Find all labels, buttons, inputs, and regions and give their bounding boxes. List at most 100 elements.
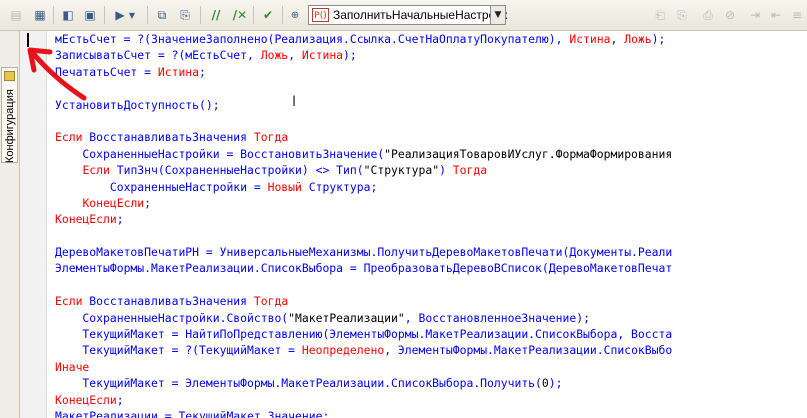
code-keyword: Если <box>55 130 90 145</box>
configuration-icon <box>4 71 15 81</box>
editor-toolbar: ▤ ▦ ◧ ▣ ▶ ▼ ⧉ ⎘ // /✕ ✔ ⊕ P() ЗаполнитьН… <box>0 0 807 31</box>
code-identifier: ; <box>116 212 124 227</box>
code-keyword: Тогда <box>253 294 289 309</box>
code-identifier: ТипЗнч(СохраненныеНастройки) <> Тип( <box>116 163 364 178</box>
code-identifier: МакетРеализации = ТекущийМакет.Значение; <box>55 408 330 418</box>
procedure-selector[interactable]: P() ЗаполнитьНачальныеНастройк <box>308 5 508 25</box>
code-line[interactable]: СохраненныеНастройки.Свойство("МакетРеал… <box>55 310 807 326</box>
code-keyword: Если <box>55 294 90 309</box>
code-keyword: КонецЕсли <box>55 212 117 227</box>
comment-icon[interactable]: // <box>206 5 226 25</box>
code-keyword: Тогда <box>253 130 289 145</box>
code-identifier: СохраненныеНастройки.Свойство( <box>55 310 289 325</box>
code-editor[interactable]: мЕстьСчет = ?(ЗначениеЗаполнено(Реализац… <box>55 31 807 418</box>
copy-icon[interactable]: ⧉ <box>152 5 172 25</box>
code-line[interactable]: Иначе <box>55 359 807 375</box>
code-identifier: ; <box>144 195 152 210</box>
code-keyword: Ложь <box>624 32 652 46</box>
code-line[interactable]: ТекущийМакет = ?(ТекущийМакет = Неопреде… <box>55 342 807 358</box>
code-identifier: , ВосстановленноеЗначение); <box>404 310 590 325</box>
database-icon[interactable]: ◧ <box>58 5 78 25</box>
code-line[interactable]: Если ВосстанавливатьЗначения Тогда <box>55 129 807 145</box>
code-number: 0 <box>541 376 549 391</box>
syntax-check-icon[interactable]: ✔ <box>258 5 278 25</box>
indent-icon[interactable]: ⇥ <box>745 5 765 25</box>
paste-icon[interactable]: ⎘ <box>175 5 195 25</box>
code-keyword: КонецЕсли <box>82 195 145 210</box>
procedure-icon: P() <box>312 8 329 22</box>
procedure-selector-value: ЗаполнитьНачальныеНастройк <box>333 8 508 22</box>
code-keyword: Ложь <box>260 48 289 63</box>
line-gutter[interactable] <box>20 31 47 418</box>
code-line-empty[interactable] <box>55 228 807 244</box>
disabled-toolbar-icon: ▤ <box>10 8 22 22</box>
code-line[interactable]: КонецЕсли; <box>55 392 807 408</box>
code-identifier: ; <box>116 392 124 407</box>
code-line[interactable]: УстановитьДоступность(); <box>55 97 807 113</box>
toolbar-separator <box>253 6 254 24</box>
code-identifier: ); <box>548 376 563 391</box>
code-identifier: ЭлементыФормы.МакетРеализации.СписокВыбо… <box>55 261 673 276</box>
code-line-empty[interactable] <box>55 277 807 293</box>
next-bookmark-icon[interactable]: ⎘ <box>672 5 692 25</box>
code-line[interactable]: КонецЕсли; <box>55 195 807 211</box>
prev-bookmark-icon[interactable]: ⎙ <box>698 5 718 25</box>
chevron-down-icon[interactable]: ▼ <box>127 5 137 25</box>
code-identifier: ВосстанавливатьЗначения <box>89 294 254 309</box>
toolbar-separator <box>200 6 201 24</box>
code-identifier: , <box>610 32 625 46</box>
code-line[interactable]: ДеревоМакетовПечатиРН = УниверсальныеМех… <box>55 244 807 260</box>
code-identifier: ВосстанавливатьЗначения <box>89 130 254 145</box>
clear-bookmarks-icon[interactable]: ⊘ <box>720 5 740 25</box>
side-panel: Конфигурация <box>0 31 20 418</box>
uncomment-icon[interactable]: /✕ <box>230 5 250 25</box>
text-cursor <box>27 33 29 47</box>
code-identifier: ) <box>439 163 453 178</box>
code-keyword: Новый <box>267 179 309 194</box>
code-identifier: , <box>288 48 302 63</box>
code-identifier: ДеревоМакетовПечатиРН = УниверсальныеМех… <box>55 245 673 260</box>
chevron-down-icon[interactable]: ▼ <box>490 5 506 25</box>
code-identifier: ТекущийМакет = ?(ТекущийМакет = <box>55 343 302 358</box>
code-line[interactable]: ПечататьСчет = Истина; <box>55 64 807 80</box>
module-icon[interactable]: ▦ <box>30 5 50 25</box>
code-identifier: ТекущийМакет = ЭлементыФормы.МакетРеализ… <box>55 376 542 391</box>
code-line-empty[interactable] <box>55 113 807 129</box>
format-icon[interactable]: ≡ <box>787 5 807 25</box>
toolbar-separator <box>147 6 148 24</box>
toolbar-separator <box>282 6 283 24</box>
goto-procedure-icon[interactable]: ⊕ <box>285 5 305 25</box>
code-keyword: Неопределено <box>301 343 385 358</box>
code-identifier: ЗаписыватьСчет = ?(мЕстьСчет, <box>55 48 261 63</box>
code-line[interactable]: мЕстьСчет = ?(ЗначениеЗаполнено(Реализац… <box>55 31 807 47</box>
code-identifier: СохраненныеНастройки = ВосстановитьЗначе… <box>55 146 385 161</box>
window-icon[interactable]: ▣ <box>80 5 100 25</box>
code-string: "Структура" <box>363 163 440 178</box>
code-line[interactable]: СохраненныеНастройки = ВосстановитьЗначе… <box>55 146 807 162</box>
toolbar-separator <box>104 6 105 24</box>
code-line[interactable]: ЭлементыФормы.МакетРеализации.СписокВыбо… <box>55 260 807 276</box>
code-identifier: Структура; <box>308 179 378 194</box>
code-line[interactable]: Если ТипЗнч(СохраненныеНастройки) <> Тип… <box>55 162 807 178</box>
code-identifier: ); <box>651 32 666 46</box>
bookmark-icon[interactable]: ⎗ <box>650 5 670 25</box>
code-identifier: , ЭлементыФормы.МакетРеализации.СписокВы… <box>384 343 673 358</box>
code-line[interactable]: МакетРеализации = ТекущийМакет.Значение; <box>55 408 807 418</box>
tab-configuration[interactable]: Конфигурация <box>1 67 18 163</box>
code-string: "МакетРеализации" <box>288 310 405 325</box>
ibeam-cursor-icon: Ⅰ <box>292 94 297 110</box>
code-line[interactable]: ТекущийМакет = НайтиПоПредставлению(Элем… <box>55 326 807 342</box>
code-line[interactable]: СохраненныеНастройки = Новый Структура; <box>55 179 807 195</box>
outdent-icon[interactable]: ⇤ <box>766 5 786 25</box>
code-identifier: ТекущийМакет = НайтиПоПредставлению(Элем… <box>55 327 673 342</box>
code-line-empty[interactable] <box>55 80 807 96</box>
code-line[interactable]: КонецЕсли; <box>55 211 807 227</box>
code-keyword: Истина <box>301 48 344 63</box>
code-line[interactable]: Если ВосстанавливатьЗначения Тогда <box>55 293 807 309</box>
code-keyword: Если <box>82 163 117 178</box>
code-keyword: Иначе <box>55 359 90 374</box>
code-keyword: КонецЕсли <box>55 392 117 407</box>
tab-configuration-label: Конфигурация <box>4 89 16 163</box>
code-line[interactable]: ТекущийМакет = ЭлементыФормы.МакетРеализ… <box>55 375 807 391</box>
code-line[interactable]: ЗаписыватьСчет = ?(мЕстьСчет, Ложь, Исти… <box>55 47 807 63</box>
